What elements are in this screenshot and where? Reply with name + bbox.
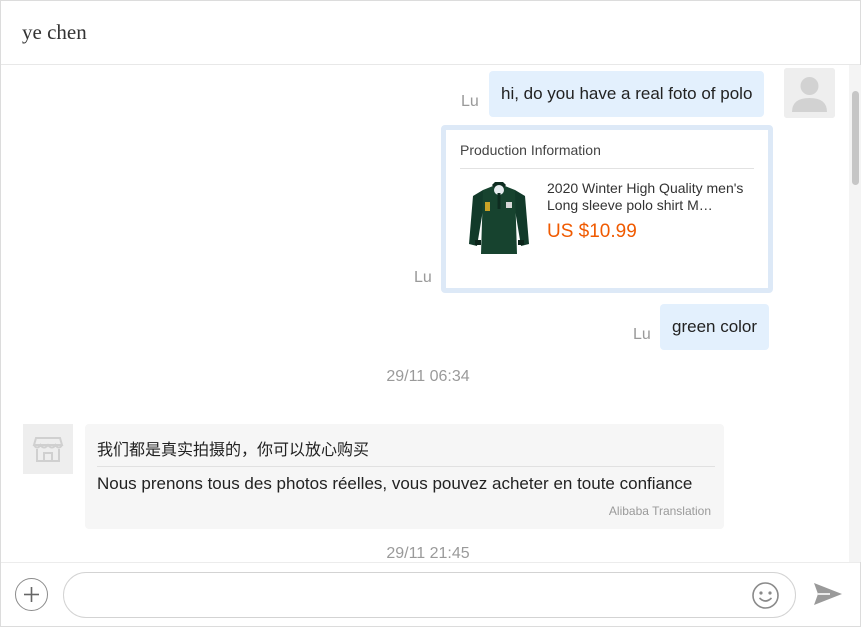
message-timestamp: 29/11 21:45	[386, 545, 470, 562]
message-input[interactable]	[63, 572, 796, 618]
composer-bar	[1, 562, 860, 626]
translated-message-text: Nous prenons tous des photos réelles, vo…	[97, 474, 693, 493]
chat-window: ye chen Lu hi, do you have a real foto o…	[0, 0, 861, 627]
translation-divider	[97, 466, 715, 467]
scrollbar-thumb[interactable]	[852, 91, 859, 185]
add-attachment-button[interactable]	[15, 578, 48, 611]
card-title: Production Information	[460, 142, 601, 158]
original-message-text: 我们都是真实拍摄的，你可以放心购买	[97, 440, 370, 459]
default-user-icon	[784, 68, 835, 118]
sender-label: Lu	[461, 93, 479, 110]
product-name[interactable]: 2020 Winter High Quality men's Long slee…	[547, 180, 751, 214]
send-button[interactable]	[812, 579, 844, 609]
message-timestamp: 29/11 06:34	[386, 368, 470, 385]
sender-label: Lu	[414, 269, 432, 286]
storefront-icon	[23, 424, 73, 474]
translation-credit: Alibaba Translation	[608, 504, 711, 518]
message-text: green color	[672, 317, 758, 336]
user-avatar[interactable]	[784, 68, 835, 118]
product-card[interactable]: Production Information 2020 Winter High …	[441, 125, 773, 293]
card-divider	[460, 168, 754, 169]
chat-header: ye chen	[1, 1, 860, 65]
product-price: US $10.99	[547, 221, 637, 242]
paper-plane-icon	[814, 583, 842, 605]
message-list[interactable]: Lu hi, do you have a real foto of polo L…	[1, 65, 849, 562]
polo-shirt-image	[469, 182, 529, 254]
outgoing-message-bubble[interactable]: hi, do you have a real foto of polo	[489, 71, 765, 117]
product-image[interactable]	[463, 180, 535, 258]
plus-icon	[24, 587, 39, 602]
incoming-message-bubble[interactable]: 我们都是真实拍摄的，你可以放心购买 Nous prenons tous des …	[85, 424, 724, 529]
message-scrollbar[interactable]	[849, 65, 861, 562]
message-text: hi, do you have a real foto of polo	[501, 84, 753, 103]
sender-label: Lu	[633, 326, 651, 343]
emoji-button[interactable]	[751, 581, 780, 610]
shop-avatar[interactable]	[23, 424, 73, 474]
outgoing-message-bubble[interactable]: green color	[660, 304, 770, 350]
smiley-icon	[752, 582, 779, 609]
contact-name: ye chen	[22, 20, 87, 44]
